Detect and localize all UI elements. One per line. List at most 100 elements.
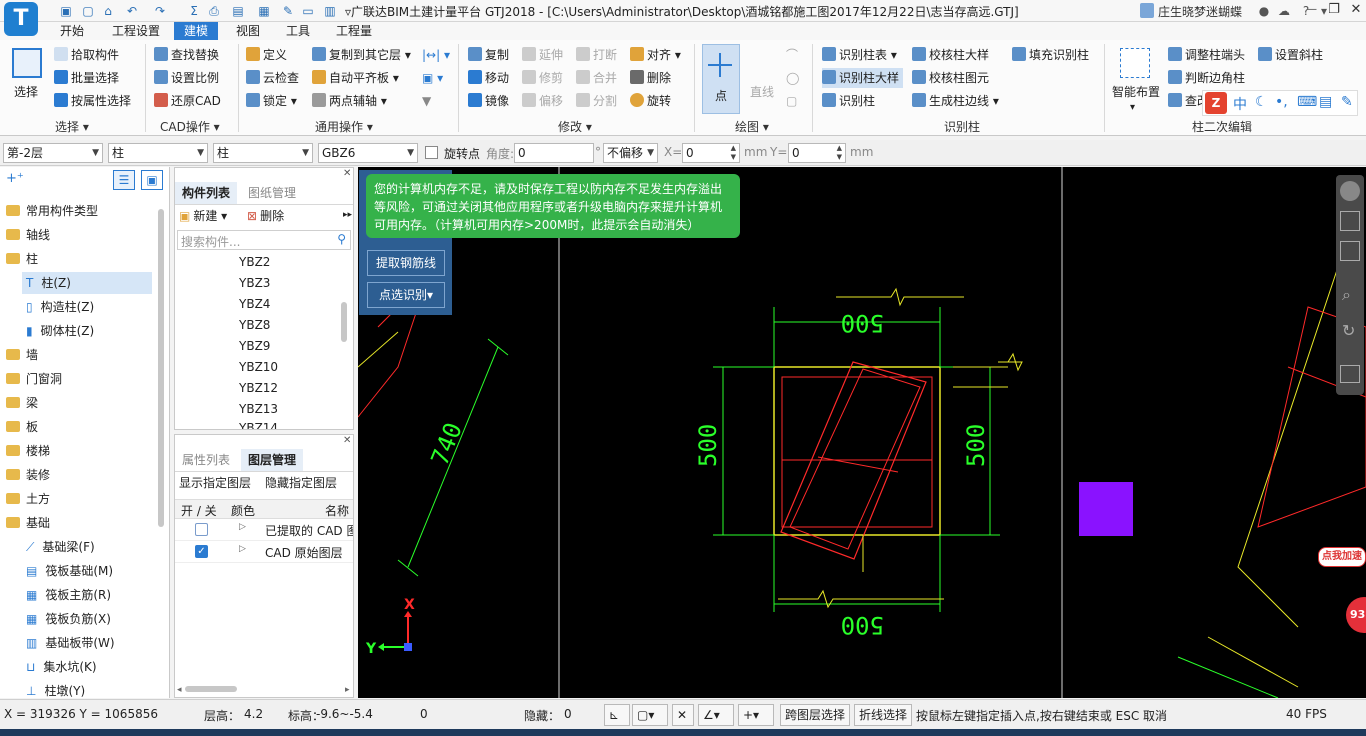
cad-canvas[interactable]: 740 500 500 500 500 X Y ⌕ ↻ 点我加速 93 [358,167,1366,698]
hide-layer-button[interactable]: 隐藏指定图层 [265,473,337,493]
define-button[interactable]: 定义 [246,45,287,65]
floor-select[interactable]: 第-2层 ▼ [3,143,103,163]
tab-project-settings[interactable]: 工程设置 [102,22,170,40]
view-top-icon[interactable] [1340,241,1360,261]
expand-icon[interactable]: ▷ [239,522,246,532]
copy-button[interactable]: 复制 [468,45,509,65]
rotate-point-checkbox[interactable] [425,146,438,159]
grid-icon[interactable]: ▦ [256,3,272,19]
copy-to-floor-button[interactable]: 复制到其它层 ▾ [312,45,411,65]
snap-icon[interactable]: ▢▾ [632,704,668,726]
cad-drawing[interactable]: 740 500 500 500 500 X Y [358,167,1366,698]
component-item[interactable]: YBZ8 [239,318,270,332]
identify-column-table-button[interactable]: 识别柱表 ▾ [822,45,897,65]
cloud-check-button[interactable]: 云检查 [246,68,299,88]
smart-layout-button[interactable]: 智能布置 [1112,82,1160,102]
auto-align-slab-button[interactable]: 自动平齐板 ▾ [312,68,399,88]
mirror-button[interactable]: 镜像 [468,91,509,111]
cloud-icon[interactable]: ☁ [1276,3,1292,19]
split-button[interactable]: 分割 [576,91,617,111]
close-button[interactable]: ✕ [1342,0,1366,20]
two-point-axis-button[interactable]: 两点辅轴 ▾ [312,91,387,111]
rect-icon[interactable]: ▢ [786,91,797,111]
polyline-select-button[interactable]: 折线选择 [854,704,913,726]
check-column-detail-button[interactable]: 校核柱大样 [912,45,989,65]
judge-corner-column-button[interactable]: 判断边角柱 [1168,68,1245,88]
search-icon[interactable]: ⚲ [337,232,346,246]
extract-rebar-button[interactable]: 提取钢筋线 [367,250,445,276]
table-icon[interactable]: ▥ [322,3,338,19]
scroll-left-icon[interactable]: ◂ [177,685,182,695]
speed-up-button[interactable]: 点我加速 [1318,547,1366,567]
close-icon[interactable]: ✕ [343,435,351,446]
tree-item-foundation[interactable]: 基础 [6,512,50,534]
scroll-right-icon[interactable]: ▸ [345,685,350,695]
batch-select-button[interactable]: 批量选择 [54,68,119,88]
select-by-attribute-button[interactable]: 按属性选择 [54,91,131,111]
tab-drawing-management[interactable]: 图纸管理 [241,182,303,204]
layer-row[interactable]: ✓ ▷ CAD 原始图层 [175,541,353,563]
dimension-icon[interactable]: |↔| ▾ [422,45,450,65]
tab-view[interactable]: 视图 [226,22,270,40]
cross-layer-select-button[interactable]: 跨图层选择 [780,704,851,726]
layout-icon[interactable]: ▤ [230,3,246,19]
component-item[interactable]: YBZ3 [239,276,270,290]
edit-icon[interactable]: ✎ [280,3,296,19]
select-button[interactable]: 选择 [14,82,38,102]
align-button[interactable]: 对齐 ▾ [630,45,681,65]
lock-button[interactable]: 锁定 ▾ [246,91,297,111]
tree-item-foundation-beam[interactable]: ⟋ 基础梁(F) [26,536,95,558]
angle-snap-icon[interactable]: ∠▾ [698,704,734,726]
open-folder-icon[interactable]: ⌂ [100,3,116,19]
tab-modeling[interactable]: 建模 [174,22,219,40]
tree-item-wall[interactable]: 墙 [6,344,38,366]
y-offset-input[interactable]: 0 ▲ ▼ [788,143,846,163]
avatar[interactable] [1140,3,1154,18]
user-name[interactable]: 庄生晓梦迷蝴蝶 [1158,3,1242,20]
tree-item-decoration[interactable]: 装修 [6,464,50,486]
component-item[interactable]: YBZ10 [239,360,278,374]
tree-item-beam[interactable]: 梁 [6,392,38,414]
layer-icon[interactable]: ▣ ▾ [422,68,443,88]
tab-component-list[interactable]: 构件列表 [175,182,238,204]
chevron-down-icon[interactable]: ▾ [1130,98,1135,118]
tab-layer-management[interactable]: 图层管理 [241,449,304,471]
tab-tools[interactable]: 工具 [276,22,320,40]
delete-component-button[interactable]: ⊠ 删除 [247,206,284,226]
component-item[interactable]: YBZ14 [239,421,278,429]
layer-row[interactable]: ▷ 已提取的 CAD 图 [175,519,353,541]
cross-icon[interactable]: ✕ [672,704,694,726]
dynamic-input-icon[interactable]: +▾ [738,704,774,726]
angle-input[interactable]: 0 [514,143,594,163]
tile-view-icon[interactable]: ▣ [141,170,163,190]
tab-property-list[interactable]: 属性列表 [175,449,237,471]
rotate-button[interactable]: 旋转 [630,91,671,111]
arc-icon[interactable]: ⌒ [786,45,798,65]
tab-start[interactable]: 开始 [50,22,94,40]
point-identify-button[interactable]: 点选识别▾ [367,282,445,308]
find-replace-button[interactable]: 查找替换 [154,45,219,65]
component-item[interactable]: YBZ12 [239,381,278,395]
component-select[interactable]: GBZ6 ▼ [318,143,418,163]
component-scrollbar[interactable] [341,302,347,342]
tree-scrollbar[interactable] [158,209,164,527]
tab-quantities[interactable]: 工程量 [326,22,382,40]
layer-toggle-checkbox[interactable] [195,523,208,536]
tree-item-slab[interactable]: 板 [6,416,38,438]
component-item[interactable]: YBZ13 [239,402,278,416]
adjust-column-end-button[interactable]: 调整柱端头 [1168,45,1245,65]
offset-button[interactable]: 偏移 [522,91,563,111]
generate-column-edge-button[interactable]: 生成柱边线 ▾ [912,91,999,111]
tree-item-column[interactable]: 柱 [6,248,38,270]
zoom-icon[interactable]: ⌕ [1342,285,1351,305]
component-item[interactable]: YBZ2 [239,255,270,269]
fill-identify-column-button[interactable]: 填充识别柱 [1012,45,1089,65]
set-scale-button[interactable]: 设置比例 [154,68,219,88]
set-inclined-column-button[interactable]: 设置斜柱 [1258,45,1323,65]
wrench-icon[interactable]: ✎ [1341,94,1353,110]
smart-layout-icon[interactable] [1120,48,1150,78]
trim-button[interactable]: 修剪 [522,68,563,88]
select-icon[interactable] [12,48,42,78]
category-select[interactable]: 柱 ▼ [108,143,208,163]
component-search-input[interactable]: 搜索构件... ⚲ [177,230,351,250]
